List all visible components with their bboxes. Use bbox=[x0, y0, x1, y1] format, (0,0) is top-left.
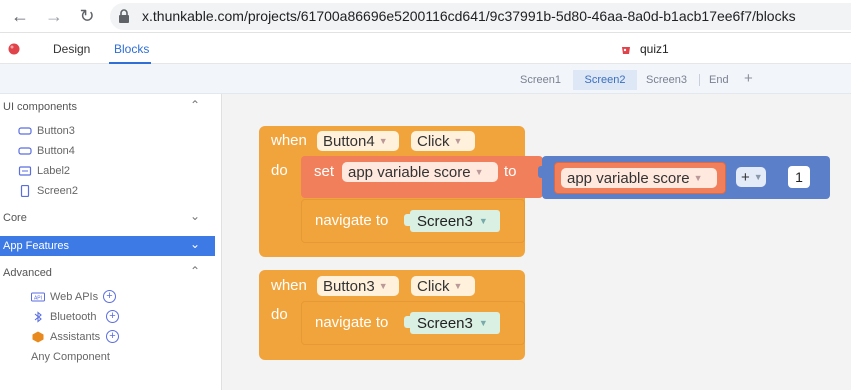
add-screen-button[interactable]: + bbox=[744, 70, 753, 88]
project-name: quiz1 bbox=[640, 42, 669, 56]
button-icon bbox=[18, 147, 32, 155]
screen-dropdown[interactable]: Screen3 ▼ bbox=[410, 210, 500, 232]
variable-name: app variable score bbox=[348, 164, 471, 181]
browser-toolbar: ← → ↻ x.thunkable.com/projects/61700a866… bbox=[0, 0, 851, 33]
sidebar-item-label: Button3 bbox=[37, 125, 75, 137]
section-title: App Features bbox=[3, 240, 70, 252]
screen-dropdown[interactable]: Screen3 ▼ bbox=[410, 312, 500, 334]
component-dropdown[interactable]: Button3 ▼ bbox=[317, 276, 399, 296]
do-keyword: do bbox=[271, 162, 288, 179]
url-text[interactable]: x.thunkable.com/projects/61700a86696e520… bbox=[142, 8, 796, 24]
tab-design[interactable]: Design bbox=[53, 42, 90, 56]
sidebar-item-label: Web APIs bbox=[50, 291, 99, 303]
section-title: Advanced bbox=[3, 267, 52, 279]
screen-name: Screen3 bbox=[417, 315, 473, 332]
dropdown-arrow-icon: ▼ bbox=[378, 136, 388, 146]
sidebar-item-label: Any Component bbox=[31, 351, 110, 363]
variable-getter-block[interactable]: app variable score ▼ bbox=[554, 162, 726, 194]
chevron-up-icon[interactable]: ⌃ bbox=[190, 264, 200, 278]
dropdown-arrow-icon: ▼ bbox=[478, 318, 488, 328]
set-keyword: set bbox=[314, 163, 335, 180]
thunkable-logo-icon[interactable] bbox=[8, 43, 20, 55]
variable-dropdown[interactable]: app variable score ▼ bbox=[342, 162, 498, 182]
blocks-sidebar: UI components ⌃ Button3 Button4 Label2 S… bbox=[0, 94, 222, 390]
event-dropdown[interactable]: Click ▼ bbox=[411, 131, 475, 151]
bluetooth-icon bbox=[34, 311, 42, 323]
tab-screen2[interactable]: Screen2 bbox=[573, 70, 637, 90]
screens-bar: Screen1 Screen2 Screen3 End + bbox=[0, 64, 851, 94]
dropdown-arrow-icon: ▼ bbox=[478, 216, 488, 226]
tab-screen3[interactable]: Screen3 bbox=[640, 70, 693, 90]
forward-arrow-icon[interactable]: → bbox=[44, 6, 64, 26]
when-keyword: when bbox=[271, 132, 307, 149]
add-circle-icon[interactable]: + bbox=[106, 330, 119, 343]
dropdown-arrow-icon: ▼ bbox=[378, 281, 388, 291]
reload-icon[interactable]: ↻ bbox=[77, 6, 97, 26]
chevron-down-icon[interactable]: ⌄ bbox=[190, 209, 200, 223]
sidebar-item-label: Assistants bbox=[50, 331, 101, 343]
to-keyword: to bbox=[504, 163, 517, 180]
tab-end[interactable]: End bbox=[703, 70, 735, 90]
app-header: Design Blocks quiz1 bbox=[0, 33, 851, 64]
event-dropdown[interactable]: Click ▼ bbox=[411, 276, 475, 296]
operator-symbol: + bbox=[741, 169, 750, 186]
component-name: Button4 bbox=[323, 133, 375, 150]
tab-screen1[interactable]: Screen1 bbox=[514, 70, 567, 90]
dropdown-arrow-icon: ▼ bbox=[753, 172, 763, 182]
math-addition-block[interactable]: app variable score ▼ + ▼ 1 bbox=[538, 156, 830, 199]
sidebar-item-label: Bluetooth bbox=[50, 311, 97, 323]
project-icon bbox=[622, 47, 630, 54]
section-title: UI components bbox=[3, 101, 77, 113]
set-variable-block[interactable]: set app variable score ▼ to bbox=[301, 156, 543, 198]
blocks-workspace[interactable]: when Button4 ▼ Click ▼ do set app variable… bbox=[223, 94, 851, 390]
add-circle-icon[interactable]: + bbox=[103, 290, 116, 303]
sidebar-item-label: Screen2 bbox=[37, 185, 78, 197]
dropdown-arrow-icon: ▼ bbox=[474, 167, 484, 177]
navigate-keyword: navigate to bbox=[315, 314, 389, 331]
dropdown-arrow-icon: ▼ bbox=[453, 136, 463, 146]
input-connector bbox=[538, 166, 545, 178]
when-keyword: when bbox=[271, 277, 307, 294]
section-advanced[interactable]: Advanced ⌃ bbox=[0, 263, 215, 283]
sidebar-item-label: Button4 bbox=[37, 145, 75, 157]
tab-blocks[interactable]: Blocks bbox=[114, 42, 149, 56]
event-name: Click bbox=[417, 278, 450, 295]
operator-dropdown[interactable]: + ▼ bbox=[736, 167, 766, 187]
add-circle-icon[interactable]: + bbox=[106, 310, 119, 323]
screen-icon bbox=[20, 185, 30, 197]
sidebar-item-label: Label2 bbox=[37, 165, 71, 177]
number-input[interactable]: 1 bbox=[788, 166, 810, 188]
do-keyword: do bbox=[271, 306, 288, 323]
navigate-block[interactable]: navigate to Screen3 ▼ bbox=[301, 199, 525, 243]
event-name: Click bbox=[417, 133, 450, 150]
button-icon bbox=[18, 127, 32, 135]
back-arrow-icon[interactable]: ← bbox=[10, 6, 30, 26]
dropdown-arrow-icon: ▼ bbox=[693, 173, 703, 183]
dropdown-arrow-icon: ▼ bbox=[453, 281, 463, 291]
web-api-icon: API bbox=[31, 292, 45, 302]
label-icon bbox=[18, 166, 32, 176]
chevron-down-icon[interactable]: ⌄ bbox=[190, 237, 200, 251]
screen-name: Screen3 bbox=[417, 213, 473, 230]
navigate-block[interactable]: navigate to Screen3 ▼ bbox=[301, 301, 525, 345]
component-name: Button3 bbox=[323, 278, 375, 295]
navigate-keyword: navigate to bbox=[315, 212, 389, 229]
component-dropdown[interactable]: Button4 ▼ bbox=[317, 131, 399, 151]
chevron-up-icon[interactable]: ⌃ bbox=[190, 98, 200, 112]
section-ui-components[interactable]: UI components ⌃ bbox=[0, 97, 215, 117]
section-core[interactable]: Core ⌄ bbox=[0, 208, 215, 228]
assistant-icon bbox=[32, 331, 44, 343]
variable-name: app variable score bbox=[567, 170, 690, 187]
variable-dropdown[interactable]: app variable score ▼ bbox=[561, 168, 717, 188]
section-title: Core bbox=[3, 212, 27, 224]
lock-icon bbox=[119, 9, 129, 23]
screen-separator bbox=[699, 74, 700, 86]
svg-text:API: API bbox=[34, 296, 42, 302]
section-app-features[interactable]: App Features ⌄ bbox=[0, 236, 215, 256]
